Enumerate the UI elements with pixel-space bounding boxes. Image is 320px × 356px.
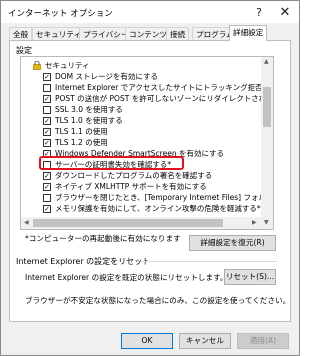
reset-description: Internet Explorer の設定を既定の状態にリセットします。 xyxy=(25,273,228,282)
ok-button[interactable]: OK xyxy=(121,333,173,349)
checkbox[interactable]: ✓ xyxy=(43,171,51,180)
restore-advanced-button[interactable]: 詳細設定を復元(R) xyxy=(189,235,276,251)
tab-general[interactable]: 全般 xyxy=(9,27,33,40)
reset-warning: ブラウザーが不安定な状態になった場合にのみ、この設定を使ってください。 xyxy=(25,296,291,305)
settings-tree-list[interactable]: セキュリティ ✓ DOM ストレージを有効にする Internet Explor… xyxy=(20,56,274,230)
checkbox[interactable]: ✓ xyxy=(43,127,51,136)
reset-group-label: Internet Explorer の設定をリセット xyxy=(16,257,151,266)
vertical-scroll-thumb[interactable] xyxy=(263,87,271,127)
scroll-down-icon[interactable]: ▼ xyxy=(264,219,269,226)
tab-advanced[interactable]: 詳細設定 xyxy=(229,25,268,41)
tab-content[interactable]: コンテンツ xyxy=(125,27,171,40)
category-label: セキュリティ xyxy=(45,61,90,70)
settings-group-label: 設定 xyxy=(16,46,32,55)
checkbox[interactable] xyxy=(43,83,51,92)
lock-icon xyxy=(33,61,41,70)
checkbox[interactable]: ✓ xyxy=(43,204,51,213)
vertical-scrollbar[interactable]: ▲ ▼ xyxy=(261,57,273,229)
title-bar[interactable]: インターネット オプション ? ✕ xyxy=(1,1,299,23)
checkbox[interactable] xyxy=(43,193,51,202)
checkbox[interactable] xyxy=(43,105,51,114)
cancel-button[interactable]: キャンセル xyxy=(179,333,231,349)
close-icon[interactable]: ✕ xyxy=(273,1,297,23)
highlight-annotation xyxy=(39,156,184,170)
checkbox[interactable]: ✓ xyxy=(43,116,51,125)
checkbox[interactable]: ✓ xyxy=(43,182,51,191)
internet-options-dialog: インターネット オプション ? ✕ 全般 セキュリティ プライバシー コンテンツ… xyxy=(0,0,300,356)
scroll-up-icon[interactable]: ▲ xyxy=(264,58,269,65)
horizontal-scroll-thumb[interactable] xyxy=(33,219,223,227)
scroll-right-icon[interactable]: ▶ xyxy=(252,219,257,226)
reset-group-divider xyxy=(141,261,277,262)
scroll-left-icon[interactable]: ◀ xyxy=(24,219,29,226)
checkbox[interactable]: ✓ xyxy=(43,72,51,81)
checkbox[interactable]: ✓ xyxy=(43,94,51,103)
reset-button[interactable]: リセット(S)... xyxy=(224,269,276,285)
restart-note: *コンピューターの再起動後に有効になります xyxy=(25,234,181,243)
tab-connections[interactable]: 接続 xyxy=(166,27,190,40)
tab-security[interactable]: セキュリティ xyxy=(32,27,86,40)
horizontal-scrollbar[interactable]: ◀ ▶ xyxy=(21,217,261,229)
window-title: インターネット オプション xyxy=(8,9,113,19)
apply-button[interactable]: 適用(A) xyxy=(237,333,289,349)
checkbox[interactable]: ✓ xyxy=(43,138,51,147)
help-icon[interactable]: ? xyxy=(247,1,271,23)
